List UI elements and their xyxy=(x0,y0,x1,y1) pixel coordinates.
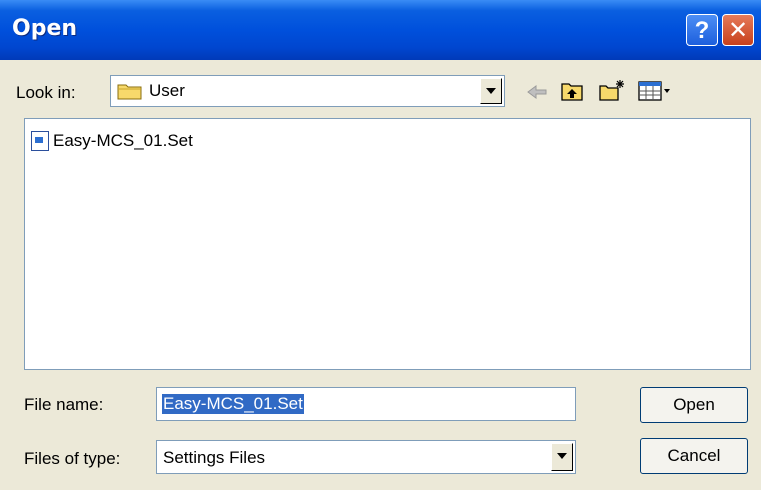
back-arrow-icon[interactable] xyxy=(526,82,548,102)
cancel-button[interactable]: Cancel xyxy=(640,438,748,474)
look-in-value: User xyxy=(149,81,185,100)
up-folder-icon[interactable] xyxy=(560,80,584,102)
close-icon: ✕ xyxy=(727,16,749,44)
chevron-down-icon xyxy=(486,88,496,94)
settings-file-icon xyxy=(31,131,49,151)
look-in-label: Look in: xyxy=(16,83,76,102)
file-type-select[interactable]: Settings Files xyxy=(156,440,576,474)
file-type-value: Settings Files xyxy=(163,448,266,467)
new-folder-icon[interactable] xyxy=(598,78,626,102)
title-bar: Open ? ✕ xyxy=(0,0,761,60)
file-name-value: Easy-MCS_01.Set xyxy=(162,394,304,414)
view-menu-icon[interactable] xyxy=(638,80,672,102)
dialog-title: Open xyxy=(12,16,78,41)
file-type-dropdown-button[interactable] xyxy=(551,443,573,471)
file-name-label: File name: xyxy=(24,395,104,414)
file-type-label: Files of type: xyxy=(24,449,121,468)
help-button[interactable]: ? xyxy=(686,14,718,46)
help-icon: ? xyxy=(694,17,710,44)
file-name-input[interactable]: Easy-MCS_01.Set xyxy=(156,387,576,421)
open-dialog: Open ? ✕ Look in: User Easy-MCS_01.Set F… xyxy=(0,0,761,490)
open-button[interactable]: Open xyxy=(640,387,748,423)
file-list[interactable]: Easy-MCS_01.Set xyxy=(24,118,751,370)
list-item[interactable]: Easy-MCS_01.Set xyxy=(31,129,193,153)
look-in-select[interactable]: User xyxy=(110,75,505,107)
chevron-down-icon xyxy=(557,453,567,459)
close-button[interactable]: ✕ xyxy=(722,14,754,46)
file-item-name: Easy-MCS_01.Set xyxy=(53,131,193,150)
look-in-dropdown-button[interactable] xyxy=(480,78,502,104)
folder-icon xyxy=(117,82,143,100)
